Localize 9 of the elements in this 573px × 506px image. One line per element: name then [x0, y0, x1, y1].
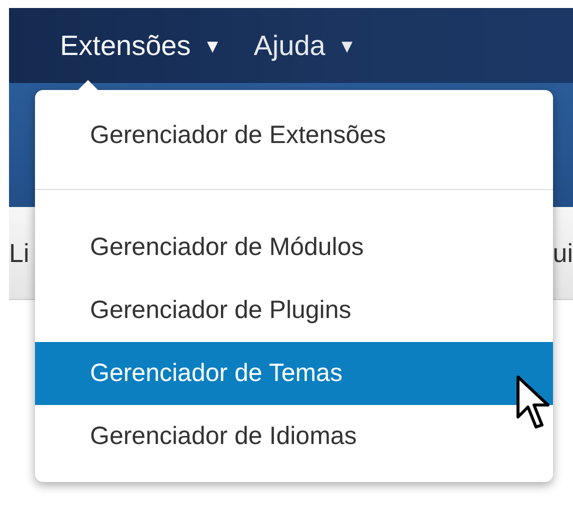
menu-item[interactable]: Gerenciador de Idiomas [35, 405, 553, 468]
nav-menu-button[interactable]: Extensões ▾ [60, 30, 218, 62]
toolbar-text: Li [9, 238, 30, 268]
menu-item[interactable]: Gerenciador de Extensões [35, 104, 553, 167]
menu-item[interactable]: Gerenciador de Plugins [35, 279, 553, 342]
nav-menu-button[interactable]: Ajuda ▾ [254, 30, 352, 62]
menu-item[interactable]: Gerenciador de Temas [35, 342, 553, 405]
menu-item[interactable]: Gerenciador de Módulos [35, 216, 553, 279]
toolbar-text: ui [552, 238, 573, 268]
